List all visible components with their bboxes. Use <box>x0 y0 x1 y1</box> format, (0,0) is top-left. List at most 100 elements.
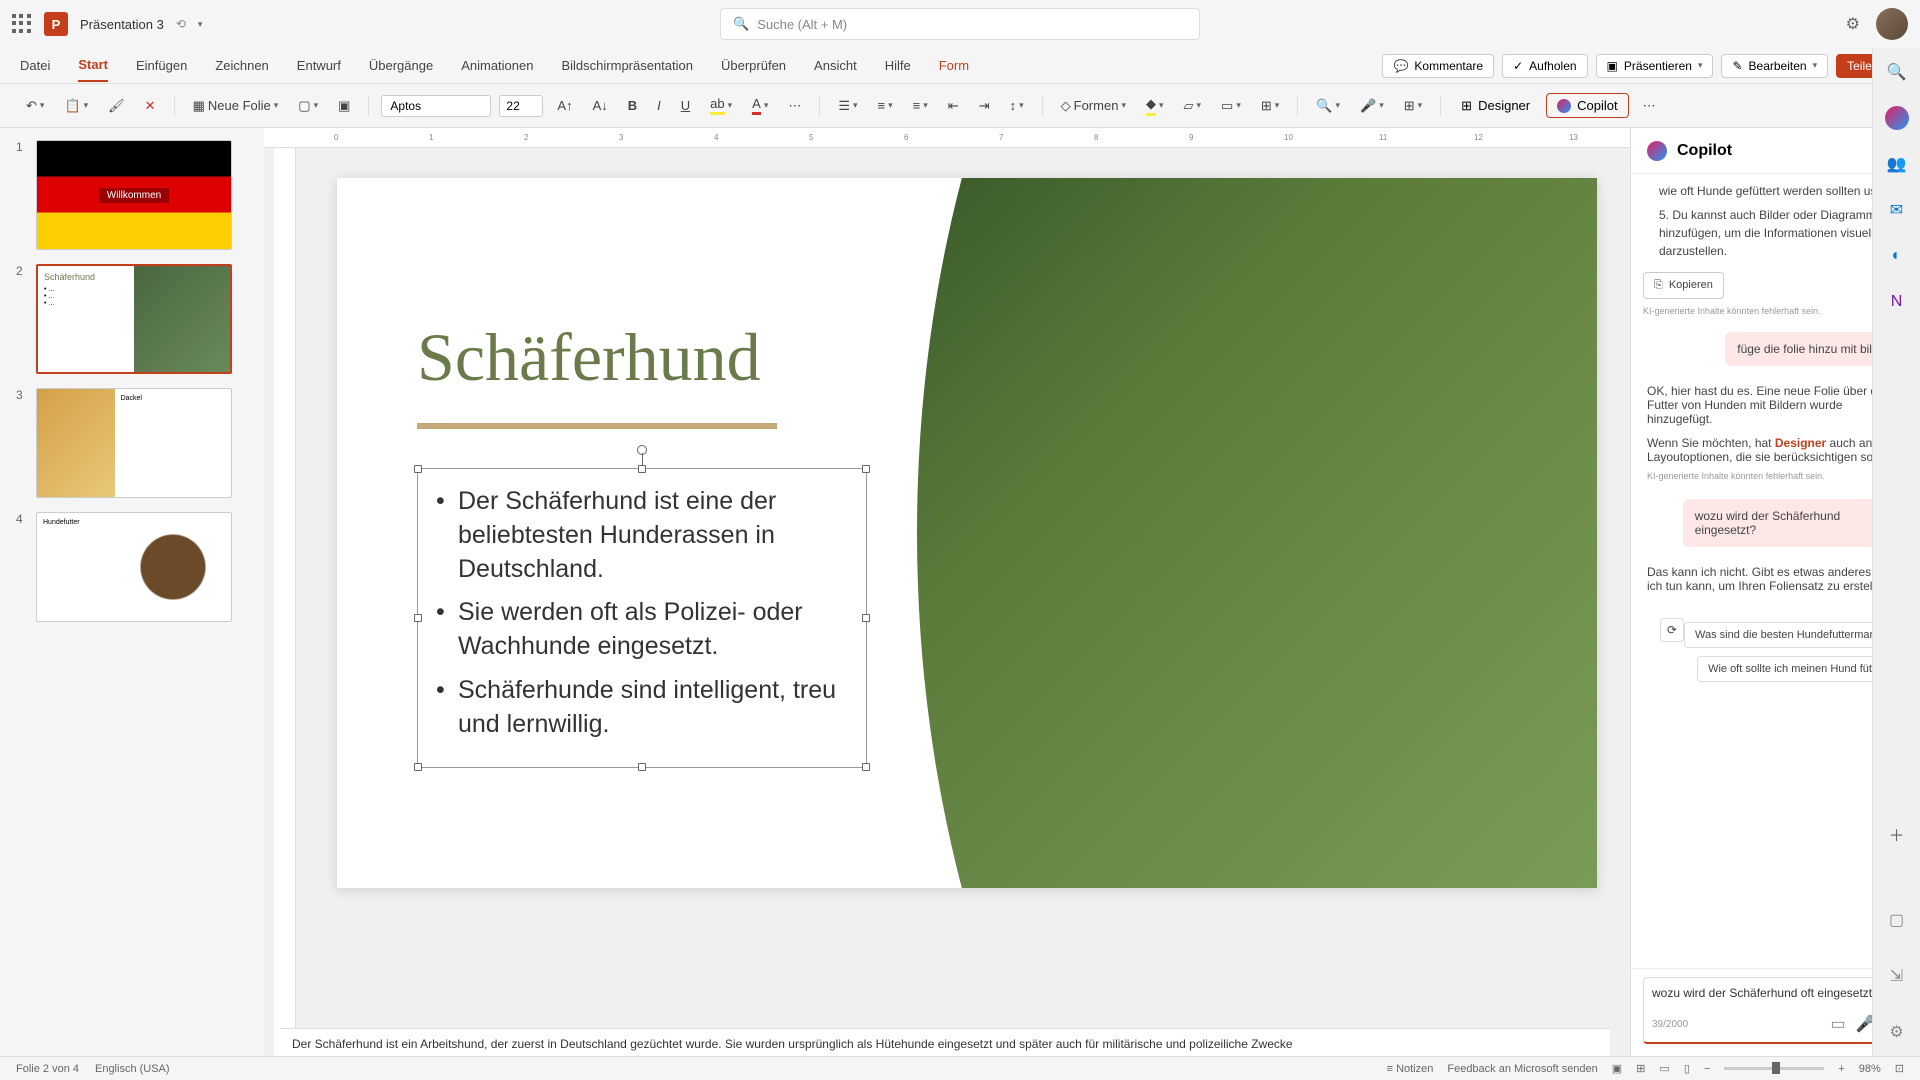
edit-button[interactable]: ✎Bearbeiten▾ <box>1721 54 1828 78</box>
arrange-button[interactable]: ▭▾ <box>1215 94 1247 118</box>
bullet-item[interactable]: Der Schäferhund ist eine der beliebteste… <box>434 485 850 586</box>
rail-settings-icon[interactable]: ⚙ <box>1883 1018 1911 1046</box>
resize-handle[interactable] <box>414 465 422 473</box>
font-color-button[interactable]: A▾ <box>746 92 774 119</box>
rail-copilot-icon[interactable] <box>1883 104 1911 132</box>
tab-datei[interactable]: Datei <box>20 50 50 81</box>
undo-button[interactable]: ↶▾ <box>20 94 50 118</box>
numbering-button[interactable]: ≡▾ <box>872 94 899 117</box>
resize-handle[interactable] <box>414 763 422 771</box>
slide-image[interactable] <box>917 178 1597 888</box>
resize-handle[interactable] <box>414 614 422 622</box>
delete-button[interactable]: ✕ <box>139 94 162 118</box>
dictate-button[interactable]: 🎤▾ <box>1354 94 1390 118</box>
resize-handle[interactable] <box>638 465 646 473</box>
user-avatar[interactable] <box>1876 8 1908 40</box>
copilot-input-text[interactable]: wozu wird der Schäferhund oft eingesetzt <box>1652 986 1899 1004</box>
copy-button[interactable]: ⎘ Kopieren <box>1643 272 1724 299</box>
tab-uebergaenge[interactable]: Übergänge <box>369 50 433 81</box>
document-title[interactable]: Präsentation 3 <box>80 17 164 32</box>
language-indicator[interactable]: Englisch (USA) <box>95 1063 170 1075</box>
more-font-button[interactable]: ⋯ <box>782 94 807 118</box>
rail-expand-icon[interactable]: ⇲ <box>1883 962 1911 990</box>
paste-button[interactable]: 📋▾ <box>58 94 94 118</box>
slide-thumbnail-4[interactable]: Hundefutter <box>36 512 232 622</box>
reading-view-icon[interactable]: ▭ <box>1659 1062 1669 1075</box>
outline-button[interactable]: ▱▾ <box>1178 94 1208 118</box>
slide-thumbnail-2[interactable]: Schäferhund• ...• ...• ... <box>36 264 232 374</box>
underline-button[interactable]: U <box>675 94 696 117</box>
line-spacing-button[interactable]: ↕▾ <box>1004 94 1030 117</box>
align-button[interactable]: ≡▾ <box>907 94 934 117</box>
tab-form[interactable]: Form <box>939 50 969 81</box>
italic-button[interactable]: I <box>651 94 667 117</box>
find-button[interactable]: 🔍▾ <box>1310 94 1346 118</box>
bullets-button[interactable]: ☰▾ <box>832 94 863 118</box>
highlight-button[interactable]: ab▾ <box>704 92 738 119</box>
reset-button[interactable]: ▣ <box>332 94 356 118</box>
feedback-link[interactable]: Feedback an Microsoft senden <box>1447 1063 1597 1075</box>
refresh-icon[interactable]: ⟳ <box>1660 618 1684 642</box>
designer-link[interactable]: Designer <box>1775 436 1826 450</box>
slide-thumbnail-1[interactable]: Willkommen <box>36 140 232 250</box>
rail-search-icon[interactable]: 🔍 <box>1883 58 1911 86</box>
designer-button[interactable]: ⊞ Designer <box>1453 94 1538 118</box>
bold-button[interactable]: B <box>622 94 643 117</box>
rail-edge-icon[interactable]: ◐ <box>1883 242 1911 270</box>
resize-handle[interactable] <box>862 763 870 771</box>
tab-ueberpruefen[interactable]: Überprüfen <box>721 50 786 81</box>
title-chevron-icon[interactable]: ▾ <box>198 19 203 30</box>
app-launcher-icon[interactable] <box>12 14 32 34</box>
rail-panel-icon[interactable]: ▢ <box>1883 906 1911 934</box>
tab-animationen[interactable]: Animationen <box>461 50 533 81</box>
copilot-input[interactable]: wozu wird der Schäferhund oft eingesetzt… <box>1643 977 1908 1044</box>
copilot-ribbon-button[interactable]: Copilot <box>1546 93 1628 118</box>
notes-toggle[interactable]: ≡ Notizen <box>1387 1063 1434 1075</box>
layout-button[interactable]: ▢▾ <box>292 94 324 118</box>
addins-button[interactable]: ⊞▾ <box>1398 94 1428 118</box>
tab-bildschirm[interactable]: Bildschirmpräsentation <box>561 50 693 81</box>
font-size-select[interactable] <box>499 95 543 117</box>
normal-view-icon[interactable]: ▣ <box>1612 1062 1622 1075</box>
shapes-button[interactable]: ◇ Formen▾ <box>1055 94 1132 118</box>
new-slide-button[interactable]: ▦ Neue Folie▾ <box>187 94 285 118</box>
sorter-view-icon[interactable]: ⊞ <box>1636 1062 1645 1075</box>
slide-counter[interactable]: Folie 2 von 4 <box>16 1063 79 1075</box>
catchup-button[interactable]: ✓Aufholen <box>1502 54 1587 78</box>
bullet-item[interactable]: Sie werden oft als Polizei- oder Wachhun… <box>434 596 850 664</box>
slide-title[interactable]: Schäferhund <box>417 318 761 397</box>
format-painter-button[interactable]: 🖌 <box>102 94 131 118</box>
tab-zeichnen[interactable]: Zeichnen <box>215 50 268 81</box>
present-button[interactable]: ▣Präsentieren▾ <box>1596 54 1714 78</box>
rail-teams-icon[interactable]: 👥 <box>1883 150 1911 178</box>
group-button[interactable]: ⊞▾ <box>1255 94 1285 118</box>
tab-entwurf[interactable]: Entwurf <box>297 50 341 81</box>
fill-button[interactable]: ◆▾ <box>1140 92 1170 120</box>
slide-canvas[interactable]: 012345678910111213 Schäferhund D <box>264 128 1630 1056</box>
fit-to-window-button[interactable]: ⊡ <box>1895 1062 1904 1075</box>
attach-icon[interactable]: ▭ <box>1831 1014 1846 1034</box>
increase-font-button[interactable]: A↑ <box>551 94 578 117</box>
zoom-in-button[interactable]: + <box>1838 1063 1844 1075</box>
resize-handle[interactable] <box>862 465 870 473</box>
zoom-level[interactable]: 98% <box>1859 1063 1881 1075</box>
bullet-item[interactable]: Schäferhunde sind intelligent, treu und … <box>434 674 850 742</box>
rail-add-icon[interactable]: ＋ <box>1883 820 1911 848</box>
search-input[interactable]: 🔍 Suche (Alt + M) <box>720 8 1200 40</box>
decrease-font-button[interactable]: A↓ <box>587 94 614 117</box>
slide-textbox-selected[interactable]: Der Schäferhund ist eine der beliebteste… <box>417 468 867 768</box>
slide-content[interactable]: Schäferhund Der Schäferhund ist eine der… <box>337 178 1597 888</box>
settings-icon[interactable]: ⚙ <box>1846 14 1860 34</box>
zoom-slider[interactable] <box>1724 1067 1824 1070</box>
font-select[interactable] <box>381 95 491 117</box>
increase-indent-button[interactable]: ⇥ <box>973 94 996 118</box>
tab-ansicht[interactable]: Ansicht <box>814 50 857 81</box>
tab-hilfe[interactable]: Hilfe <box>885 50 911 81</box>
slide-thumbnail-3[interactable]: Dackel <box>36 388 232 498</box>
rail-outlook-icon[interactable]: ✉ <box>1883 196 1911 224</box>
more-ribbon-button[interactable]: ⋯ <box>1637 94 1662 118</box>
zoom-out-button[interactable]: − <box>1704 1063 1710 1075</box>
slideshow-view-icon[interactable]: ▯ <box>1684 1062 1690 1075</box>
tab-einfuegen[interactable]: Einfügen <box>136 50 187 81</box>
tab-start[interactable]: Start <box>78 49 108 82</box>
